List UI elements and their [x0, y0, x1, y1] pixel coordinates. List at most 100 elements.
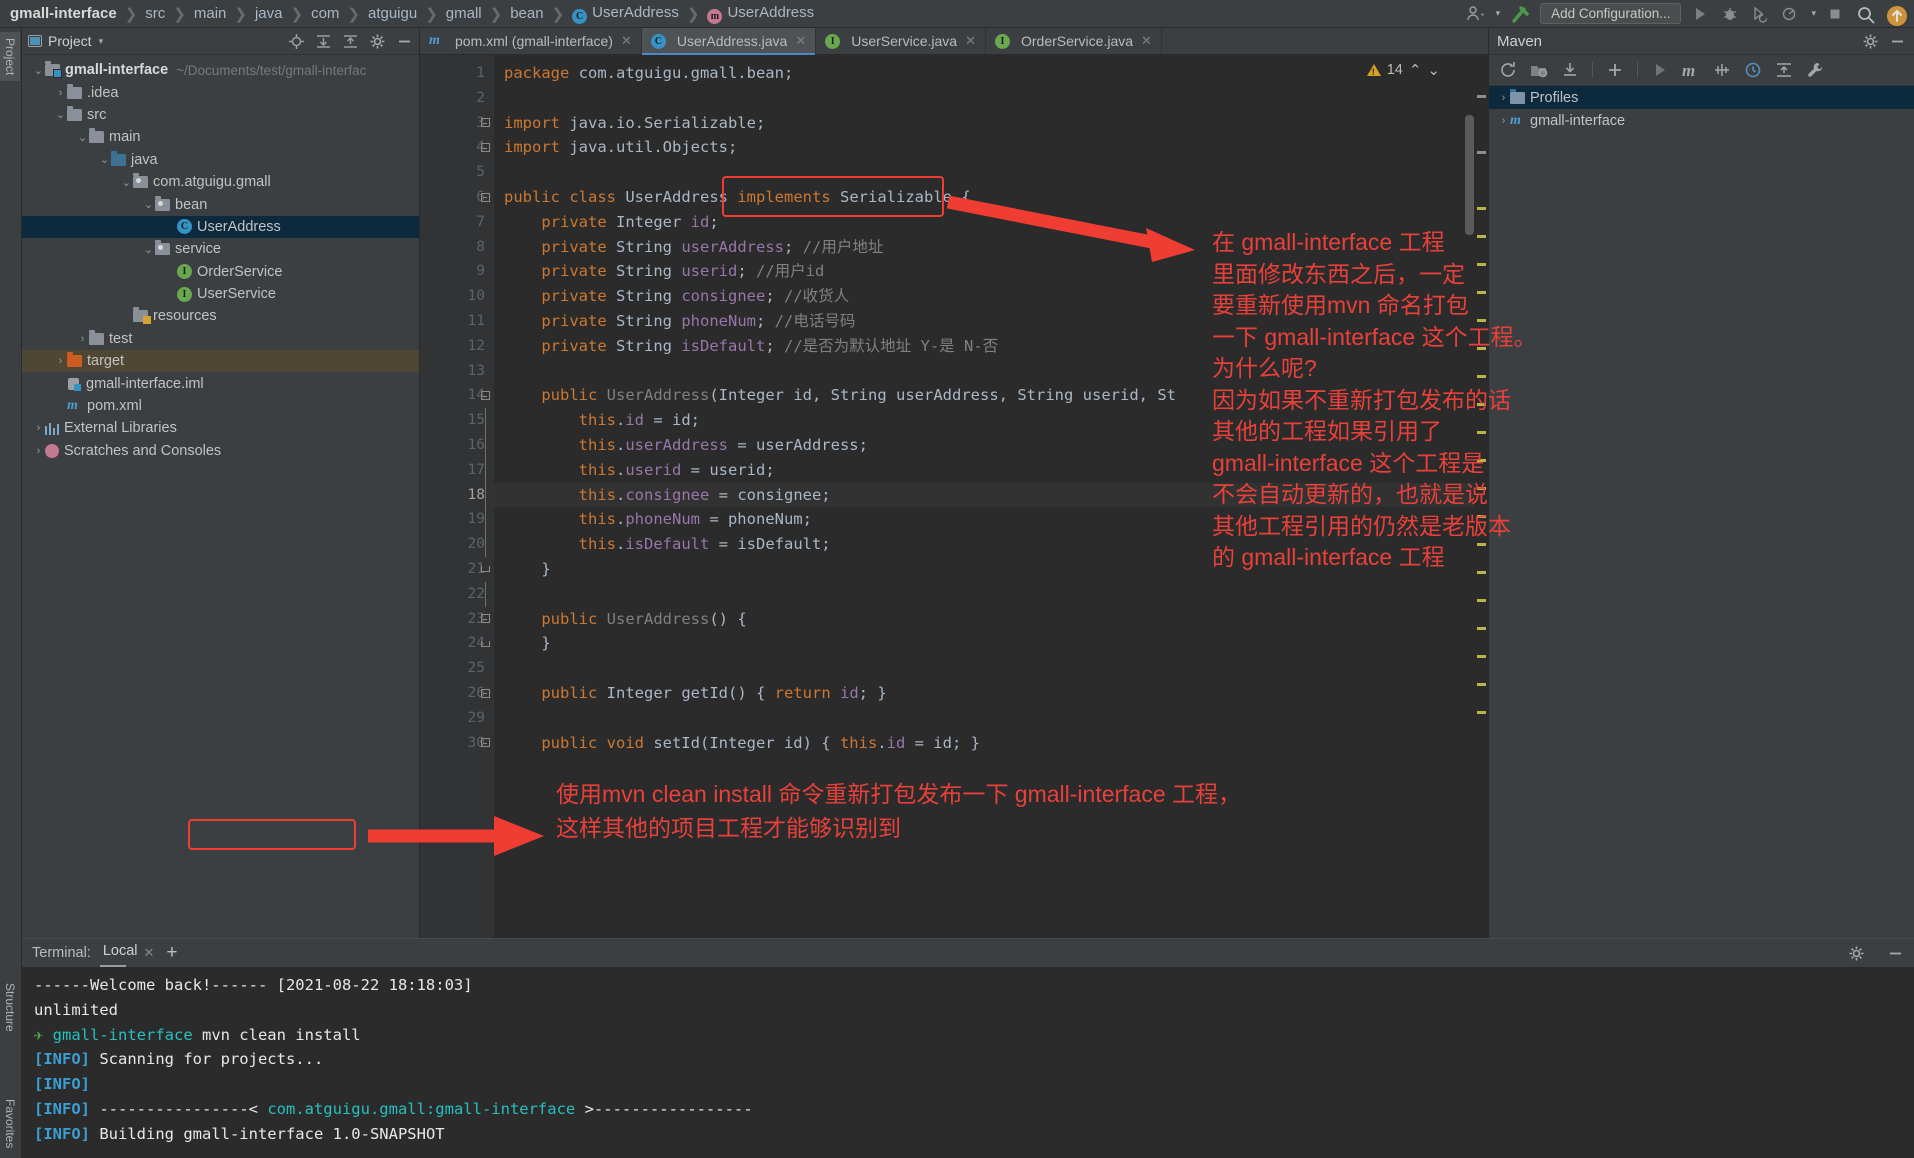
fold-marker[interactable] — [476, 135, 494, 160]
next-problem-icon[interactable]: ⌄ — [1427, 61, 1440, 79]
settings-gear-icon[interactable] — [1848, 945, 1865, 962]
tree-node[interactable]: ⌄ src — [22, 104, 419, 126]
close-icon[interactable]: ✕ — [1141, 33, 1152, 49]
tree-node[interactable]: › External Libraries — [22, 417, 419, 439]
editor-tab[interactable]: I OrderService.java ✕ — [986, 28, 1162, 54]
stop-icon[interactable] — [1826, 5, 1846, 23]
run-with-coverage-icon[interactable] — [1751, 5, 1771, 23]
breadcrumb-item[interactable]: src — [145, 5, 165, 22]
code-line[interactable]: public UserAddress() { — [494, 607, 1488, 632]
skip-tests-icon[interactable] — [1713, 61, 1731, 79]
build-hammer-icon[interactable] — [1510, 5, 1530, 23]
fold-marker[interactable] — [476, 581, 494, 607]
warning-indicator[interactable]: 14 ⌃ ⌄ — [1366, 61, 1440, 79]
add-configuration-button[interactable]: Add Configuration... — [1540, 3, 1682, 24]
tree-expand-arrow[interactable]: › — [54, 87, 67, 99]
fold-marker[interactable] — [476, 309, 494, 334]
fold-marker[interactable] — [476, 557, 494, 582]
terminal-add-tab-button[interactable]: + — [166, 942, 177, 964]
breadcrumb-item[interactable]: C UserAddress — [572, 4, 679, 24]
breadcrumb-item[interactable]: gmall — [446, 5, 482, 22]
tree-node[interactable]: gmall-interface.iml — [22, 372, 419, 394]
breadcrumb-item[interactable]: m UserAddress — [707, 4, 814, 24]
fold-marker[interactable] — [476, 607, 494, 632]
fold-marker[interactable] — [476, 334, 494, 359]
fold-marker[interactable] — [476, 111, 494, 136]
code-line[interactable] — [494, 582, 1488, 607]
tree-node[interactable]: resources — [22, 305, 419, 327]
error-stripe-mark[interactable] — [1477, 95, 1486, 98]
code-line[interactable] — [494, 656, 1488, 681]
fold-marker[interactable] — [476, 631, 494, 656]
terminal-tab-close-icon[interactable]: ✕ — [144, 945, 155, 961]
breadcrumb-item[interactable]: atguigu — [368, 5, 417, 22]
tree-node[interactable]: › Scratches and Consoles — [22, 440, 419, 462]
error-stripe-mark[interactable] — [1477, 655, 1486, 658]
code-line[interactable]: public void setId(Integer id) { this.id … — [494, 731, 1488, 756]
tree-expand-arrow[interactable]: › — [32, 422, 45, 434]
fold-marker[interactable] — [476, 185, 494, 210]
tree-expand-arrow[interactable]: › — [32, 445, 45, 457]
code-line[interactable]: } — [494, 631, 1488, 656]
project-view-dropdown[interactable]: ▾ — [99, 36, 104, 47]
fold-marker[interactable] — [476, 210, 494, 235]
hide-panel-icon[interactable] — [396, 33, 413, 50]
hide-panel-icon[interactable] — [1887, 945, 1904, 962]
close-icon[interactable]: ✕ — [965, 33, 976, 49]
code-folding-column[interactable] — [476, 61, 494, 755]
expand-all-icon[interactable] — [315, 33, 332, 50]
tree-node[interactable]: ⌄ com.atguigu.gmall — [22, 171, 419, 193]
breadcrumb-item[interactable]: main — [194, 5, 227, 22]
collapse-all-icon[interactable] — [1775, 61, 1793, 79]
search-icon[interactable] — [1856, 5, 1876, 23]
profile-dropdown-caret[interactable]: ▾ — [1811, 8, 1816, 19]
tree-expand-arrow[interactable]: ⌄ — [76, 131, 89, 144]
tree-node[interactable]: › .idea — [22, 81, 419, 103]
tree-node[interactable]: ⌄ bean — [22, 193, 419, 215]
tree-node[interactable]: › target — [22, 350, 419, 373]
fold-marker[interactable] — [476, 706, 494, 731]
tree-node[interactable]: ⌄ service — [22, 238, 419, 260]
breadcrumb-item[interactable]: bean — [510, 5, 543, 22]
fold-marker[interactable] — [476, 383, 494, 408]
generate-sources-icon[interactable] — [1530, 61, 1548, 79]
fold-marker[interactable] — [476, 235, 494, 260]
fold-marker[interactable] — [476, 457, 494, 483]
code-line[interactable] — [494, 160, 1488, 185]
execute-goal-icon[interactable] — [1744, 61, 1762, 79]
fold-marker[interactable] — [476, 259, 494, 284]
maven-tree[interactable]: › Profiles › m gmall-interface — [1489, 86, 1914, 132]
terminal-output[interactable]: ------Welcome back!------ [2021-08-22 18… — [22, 967, 1914, 1147]
run-icon[interactable] — [1651, 61, 1669, 79]
code-line[interactable]: package com.atguigu.gmall.bean; — [494, 61, 1488, 86]
fold-marker[interactable] — [476, 681, 494, 706]
code-line[interactable]: import java.util.Objects; — [494, 135, 1488, 160]
tool-tab-structure[interactable]: Structure — [0, 977, 20, 1038]
code-line[interactable] — [494, 86, 1488, 111]
reload-icon[interactable] — [1499, 61, 1517, 79]
close-icon[interactable]: ✕ — [621, 33, 632, 49]
error-stripe-mark[interactable] — [1477, 151, 1486, 154]
user-settings-icon[interactable] — [1466, 5, 1486, 23]
maven-tree-node[interactable]: › Profiles — [1489, 86, 1914, 109]
editor-scrollbar[interactable] — [1465, 115, 1474, 235]
tree-expand-arrow[interactable]: ⌄ — [32, 64, 45, 77]
tree-expand-arrow[interactable]: › — [54, 355, 67, 367]
fold-marker[interactable] — [476, 532, 494, 557]
tool-tab-project[interactable]: Project — [0, 32, 20, 82]
tree-node[interactable]: m pom.xml — [22, 395, 419, 417]
tree-node[interactable]: ⌄ gmall-interface ~/Documents/test/gmall-i… — [22, 59, 419, 81]
project-tree[interactable]: ⌄ gmall-interface ~/Documents/test/gmall-i… — [22, 55, 419, 938]
fold-marker[interactable] — [476, 160, 494, 185]
debug-icon[interactable] — [1721, 5, 1741, 23]
terminal-tab-local[interactable]: Local — [99, 943, 138, 967]
editor-tab[interactable]: m pom.xml (gmall-interface) ✕ — [420, 28, 642, 54]
fold-marker[interactable] — [476, 507, 494, 533]
tree-expand-arrow[interactable]: › — [1497, 115, 1510, 127]
hide-panel-icon[interactable] — [1889, 33, 1906, 50]
error-stripe-mark[interactable] — [1477, 711, 1486, 714]
tree-node[interactable]: C UserAddress — [22, 215, 419, 239]
tool-tab-favorites[interactable]: Favorites — [0, 1093, 20, 1154]
add-icon[interactable] — [1606, 61, 1624, 79]
fold-marker[interactable] — [476, 359, 494, 384]
